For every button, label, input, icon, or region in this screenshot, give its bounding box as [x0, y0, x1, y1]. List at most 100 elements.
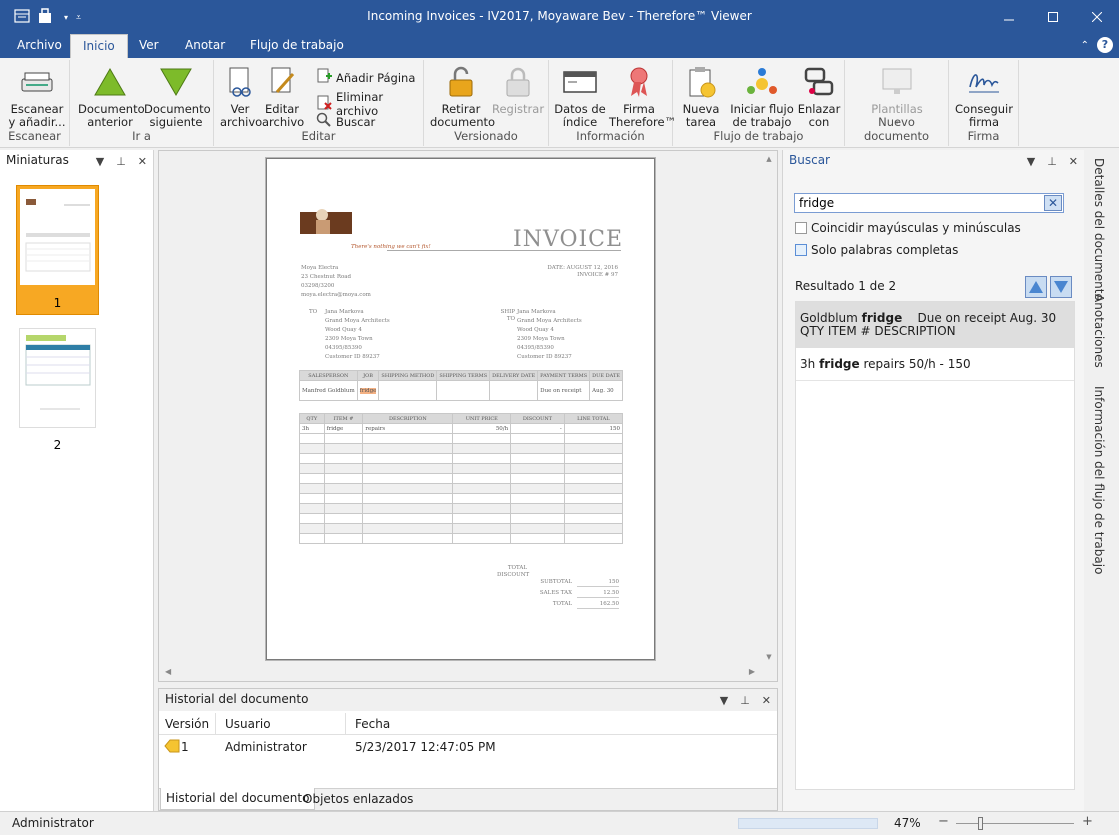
search-panel: Buscar ▼ ⊥ ✕ fridge ✕ Coincidir mayúscul… — [782, 150, 1084, 811]
add-page-button[interactable]: Añadir Página — [316, 68, 415, 87]
collapse-ribbon-icon[interactable]: ⌃ — [1081, 40, 1089, 51]
whole-words-checkbox[interactable]: Solo palabras completas — [795, 243, 958, 257]
zoom-level: 47% — [894, 816, 921, 830]
award-ribbon-icon — [609, 64, 669, 100]
padlock-closed-icon — [492, 64, 544, 100]
dropdown-icon[interactable]: ▼ — [720, 691, 728, 711]
arrow-down-icon — [1054, 281, 1068, 293]
triangle-up-icon — [78, 64, 142, 100]
get-signature-button[interactable]: Conseguir firma — [953, 64, 1015, 129]
close-icon[interactable]: ✕ — [138, 152, 147, 172]
scan-add-button[interactable]: Escanear y añadir... — [8, 64, 66, 129]
close-icon[interactable]: ✕ — [762, 691, 771, 711]
next-result-button[interactable] — [1050, 276, 1072, 298]
thumbnails-panel: Miniaturas ▼ ⊥ ✕ 1 2 — [0, 150, 154, 811]
thumbnail-page-2[interactable]: 2 — [16, 328, 99, 458]
column-user[interactable]: Usuario — [225, 717, 271, 731]
clipboard-task-icon — [679, 64, 723, 100]
view-file-button[interactable]: Ver archivo — [220, 64, 262, 129]
signature-icon — [953, 64, 1015, 100]
scroll-up-icon[interactable]: ▲ — [761, 155, 777, 163]
zoom-slider-thumb[interactable] — [978, 817, 983, 830]
index-card-icon — [553, 64, 607, 100]
padlock-icon — [430, 64, 492, 100]
group-nuevo-documento: Plantillas ▾ Nuevo documento — [845, 60, 949, 146]
history-row[interactable]: 1 Administrator 5/23/2017 12:47:05 PM — [159, 737, 777, 757]
document-history-panel: Historial del documento ▼ ⊥ ✕ Versión Us… — [158, 688, 778, 811]
side-tabs: Detalles del documento Anotaciones Infor… — [1084, 150, 1119, 811]
edit-file-button[interactable]: Editar archivo — [262, 64, 304, 129]
status-user: Administrator — [12, 816, 94, 830]
pin-icon[interactable]: ⊥ — [116, 152, 126, 172]
previous-document-button[interactable]: Documento anterior — [78, 64, 145, 129]
help-icon[interactable]: ? — [1097, 37, 1113, 53]
items-table: QTY ITEM # DESCRIPTION UNIT PRICE DISCOU… — [299, 413, 624, 544]
minimize-button[interactable] — [987, 0, 1031, 34]
link-with-button[interactable]: Enlazar con — [797, 64, 841, 129]
add-page-icon — [316, 68, 332, 87]
column-date[interactable]: Fecha — [355, 717, 390, 731]
view-file-icon — [220, 64, 260, 100]
history-bottom-tabs: Historial del documento Objetos enlazado… — [159, 788, 777, 810]
arrow-up-icon — [1029, 281, 1043, 293]
column-version[interactable]: Versión — [165, 717, 209, 731]
invoice-logo-image — [300, 209, 352, 234]
search-input[interactable]: fridge ✕ — [794, 193, 1064, 213]
clear-search-button[interactable]: ✕ — [1044, 195, 1062, 211]
scanner-icon — [8, 64, 66, 100]
tab-inicio[interactable]: Inicio — [70, 34, 128, 59]
scroll-left-icon[interactable]: ◀ — [165, 667, 171, 676]
zoom-in-button[interactable]: + — [1082, 814, 1093, 829]
therefore-signature-button[interactable]: Firma Therefore™ — [609, 64, 676, 129]
start-workflow-button[interactable]: Iniciar flujo de trabajo — [729, 64, 795, 129]
tab-archivo[interactable]: Archivo — [5, 34, 74, 58]
dropdown-icon[interactable]: ▼ — [96, 152, 104, 172]
search-header: Buscar ▼ ⊥ ✕ — [783, 150, 1084, 172]
dropdown-icon[interactable]: ▼ — [1027, 152, 1035, 172]
history-header: Historial del documento ▼ ⊥ ✕ — [159, 689, 777, 711]
thumbnail-page-1[interactable]: 1 — [16, 185, 99, 315]
result-count: Resultado 1 de 2 — [795, 279, 897, 293]
checkout-document-button[interactable]: Retirar documento — [430, 64, 495, 129]
search-result-item[interactable]: 3h fridge repairs 50/h - 150 — [796, 348, 1074, 381]
edit-file-icon — [262, 64, 302, 100]
next-document-button[interactable]: Documento siguiente — [144, 64, 211, 129]
zoom-slider[interactable] — [956, 817, 1074, 830]
document-viewer[interactable]: There's nothing we can't fix! INVOICE Mo… — [158, 150, 778, 682]
search-result-item[interactable]: Goldblum fridge Due on receipt Aug. 30 Q… — [796, 302, 1074, 348]
tab-flujo-de-trabajo[interactable]: Flujo de trabajo — [238, 34, 356, 58]
close-button[interactable] — [1075, 0, 1119, 34]
vertical-scrollbar[interactable]: ▲ ▼ — [761, 151, 777, 665]
side-tab-info-flujo[interactable]: Información del flujo de trabajo — [1092, 386, 1106, 574]
maximize-button[interactable] — [1031, 0, 1075, 34]
horizontal-scrollbar[interactable]: ◀ ▶ — [159, 665, 761, 681]
history-column-headers: Versión Usuario Fecha — [159, 713, 777, 735]
version-tag-icon — [164, 739, 180, 756]
match-case-checkbox[interactable]: Coincidir mayúsculas y minúsculas — [795, 221, 1021, 235]
group-informacion: Datos de índice Firma Therefore™ Informa… — [549, 60, 676, 146]
tab-objetos-enlazados[interactable]: Objetos enlazados — [303, 789, 413, 811]
new-task-button[interactable]: Nueva tarea — [679, 64, 723, 129]
tab-historial-documento[interactable]: Historial del documento — [160, 788, 316, 810]
group-editar: Ver archivo Editar archivo Añadir Página… — [214, 60, 424, 146]
zoom-out-button[interactable]: − — [938, 814, 949, 829]
tab-anotar[interactable]: Anotar — [173, 34, 237, 58]
tab-ver[interactable]: Ver — [127, 34, 171, 58]
group-ir-a: Documento anterior Documento siguiente I… — [70, 60, 214, 146]
search-highlight: fridge — [359, 387, 377, 394]
thumbnail-1-preview — [25, 199, 91, 272]
scroll-right-icon[interactable]: ▶ — [749, 667, 755, 676]
previous-result-button[interactable] — [1025, 276, 1047, 298]
checkin-button[interactable]: Registrar — [492, 64, 544, 116]
pin-icon[interactable]: ⊥ — [1047, 152, 1057, 172]
index-data-button[interactable]: Datos de índice — [553, 64, 607, 129]
group-versionado: Retirar documento Registrar Versionado — [424, 60, 549, 146]
search-results-list: Goldblum fridge Due on receipt Aug. 30 Q… — [795, 301, 1075, 790]
scroll-down-icon[interactable]: ▼ — [761, 653, 777, 661]
close-icon[interactable]: ✕ — [1069, 152, 1078, 172]
side-tab-anotaciones[interactable]: Anotaciones — [1092, 294, 1106, 368]
link-icon — [797, 64, 841, 100]
pin-icon[interactable]: ⊥ — [740, 691, 750, 711]
side-tab-detalles[interactable]: Detalles del documento — [1092, 158, 1106, 301]
progress-bar — [738, 818, 878, 829]
